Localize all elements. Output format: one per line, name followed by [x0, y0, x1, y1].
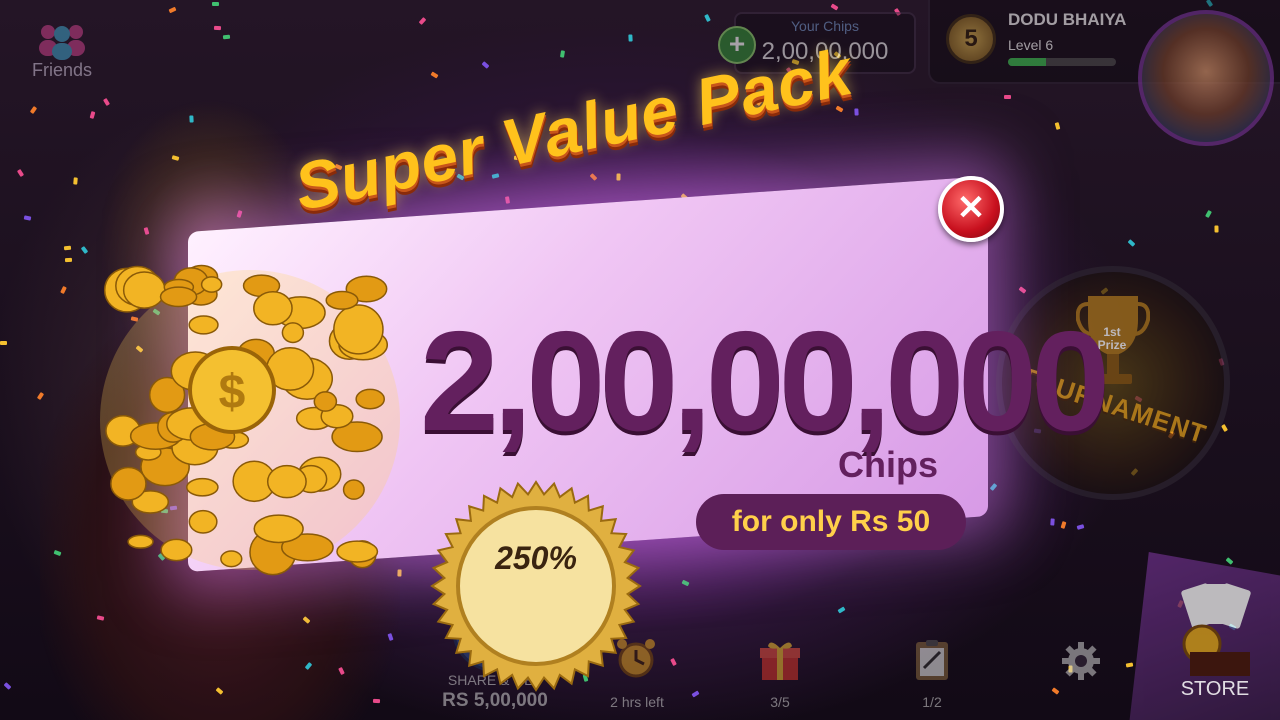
timer-label: 2 hrs left	[610, 694, 664, 710]
svg-text:$: $	[219, 366, 246, 419]
offer-amount: 2,00,00,000	[420, 302, 1110, 461]
buy-offer-button[interactable]: for only Rs 50	[696, 494, 966, 550]
settings-gear-icon[interactable]	[1060, 640, 1102, 682]
level-badge: 5	[946, 14, 996, 64]
bonus-percentage: 250%	[495, 540, 577, 576]
gift-count: 3/5	[770, 694, 790, 710]
player-level: Level 6	[1008, 37, 1054, 53]
clipboard-icon[interactable]	[910, 638, 954, 682]
store-label: STORE	[1180, 678, 1250, 700]
player-name: DODU BHAIYA	[1008, 10, 1127, 29]
gift-icon[interactable]	[758, 638, 802, 682]
cards-and-chips-icon	[1181, 583, 1251, 676]
friends-label: Friends	[31, 60, 93, 80]
player-avatar[interactable]	[1138, 10, 1274, 146]
xp-bar-fill	[1008, 58, 1046, 66]
xp-bar	[1008, 58, 1116, 66]
bonus-seal-icon	[430, 480, 642, 692]
friends-icon	[39, 25, 85, 60]
gold-coins-illustration: $	[100, 264, 400, 576]
task-count: 1/2	[922, 694, 942, 710]
close-button[interactable]: ✕	[938, 176, 1004, 242]
friends-button[interactable]: Friends	[22, 20, 102, 81]
chips-caption: Your Chips	[791, 18, 859, 34]
offer-unit: Chips	[838, 444, 939, 485]
